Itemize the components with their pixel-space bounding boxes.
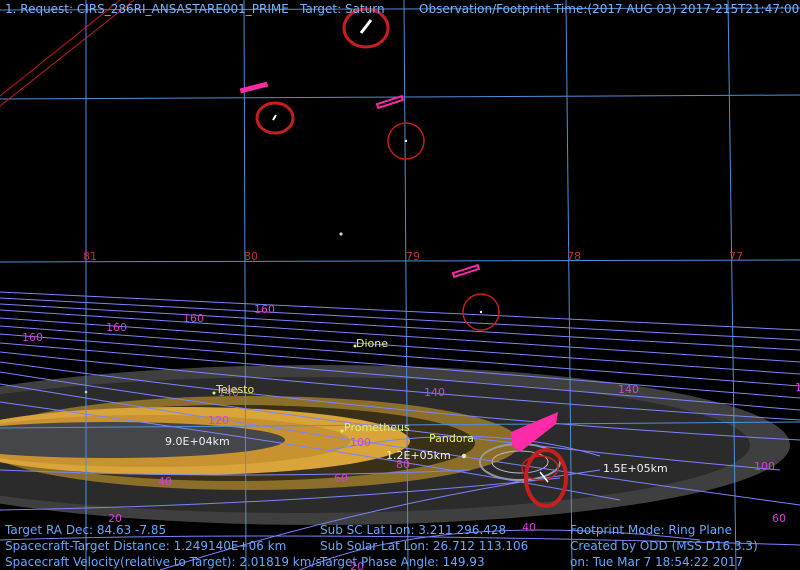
request-header: 1. Request: CIRS_286RI_ANSASTARE001_PRIM… [5, 2, 289, 16]
grid-label: 80 [244, 250, 258, 263]
info-ra-dec: Target RA Dec: 84.63 -7.85 [5, 523, 167, 537]
star-marker [84, 390, 88, 394]
info-created: Created by ODD (MSS D16.3.3) [570, 539, 758, 553]
magenta-bar [451, 263, 481, 279]
info-distance: Spacecraft-Target Distance: 1.249140E+06… [5, 539, 287, 553]
time-header: Observation/Footprint Time:(2017 AUG 03)… [419, 2, 800, 16]
contour-label: 60 [772, 512, 786, 525]
distance-label: 9.0E+04km [165, 435, 230, 448]
ring-plane-footprint-plot: 81 80 79 78 77 160 160 160 160 140 140 1… [0, 0, 800, 570]
info-date: on: Tue Mar 7 18:54:22 2017 [570, 555, 744, 569]
ring-system [0, 365, 790, 525]
footprint-center [404, 139, 408, 143]
info-velocity: Spacecraft Velocity(relative to Target):… [5, 555, 322, 569]
grid-label: 81 [83, 250, 97, 263]
target-header: Target: Saturn [300, 2, 385, 16]
footprint-center [479, 310, 483, 314]
grid-label: 77 [729, 250, 743, 263]
contour-label: 60 [334, 472, 348, 485]
distance-label: 1.2E+05km [386, 449, 451, 462]
contour-label: 100 [350, 436, 371, 449]
contour-label: 160 [106, 321, 127, 334]
grid-label: 79 [406, 250, 420, 263]
moon-label-telesto: Telesto [215, 383, 254, 396]
contour-label: 1 [795, 381, 800, 394]
footprint-pointer [359, 19, 373, 34]
distance-label: 1.5E+05km [603, 462, 668, 475]
contour-label: 160 [254, 303, 275, 316]
contour-label: 160 [22, 331, 43, 344]
info-sub-sc: Sub SC Lat Lon: 3.211 296.428 [320, 523, 507, 537]
contour-label: 40 [522, 521, 536, 534]
info-phase: Target Phase Angle: 149.93 [320, 555, 485, 569]
star-marker [339, 232, 343, 236]
moon-label-dione: Dione [356, 337, 388, 350]
moon-marker-pandora [461, 453, 467, 459]
footprint-pointer [272, 114, 277, 121]
grid-label: 78 [567, 250, 581, 263]
contour-label: 160 [183, 312, 204, 325]
moon-label-prometheus: Prometheus [344, 421, 410, 434]
info-mode: Footprint Mode: Ring Plane [570, 523, 733, 537]
magenta-bar [375, 94, 405, 110]
grid-line-h [0, 259, 800, 263]
contour-label: 100 [754, 460, 775, 473]
info-sub-solar: Sub Solar Lat Lon: 26.712 113.106 [320, 539, 529, 553]
contour-label: 40 [158, 475, 172, 488]
grid-line-v [727, 0, 737, 570]
contour-label: 120 [208, 414, 229, 427]
contour-line [0, 309, 800, 363]
contour-label: 140 [618, 383, 639, 396]
contour-label: 140 [424, 386, 445, 399]
moon-label-pandora: Pandora [429, 432, 474, 445]
